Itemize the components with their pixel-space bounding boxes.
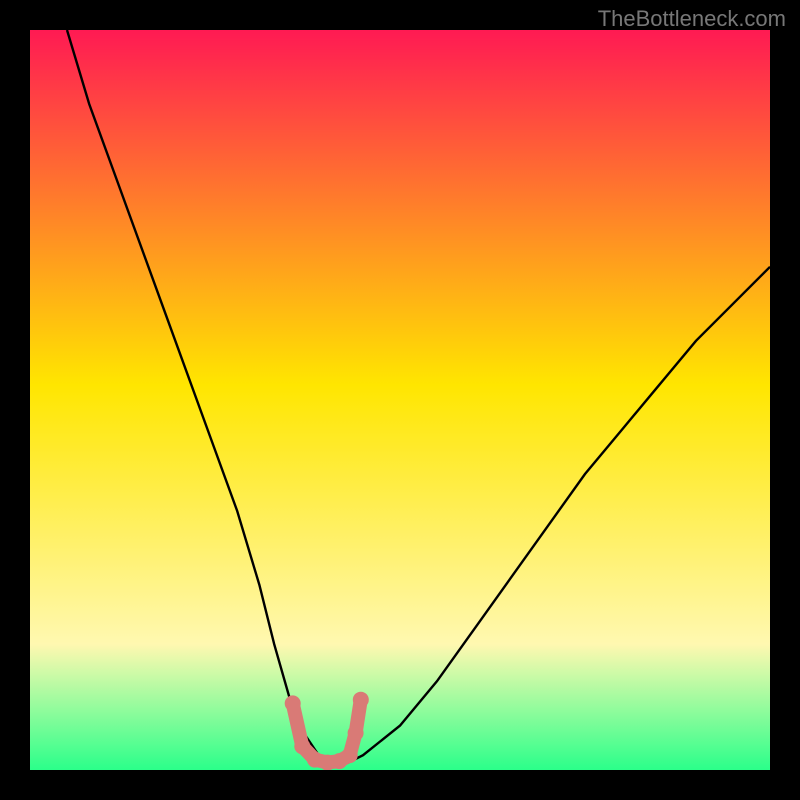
gradient-background [30,30,770,770]
watermark-text: TheBottleneck.com [598,6,786,32]
marker-dot [348,725,364,741]
marker-dot [342,747,358,763]
marker-dot [294,738,310,754]
marker-dot [353,692,369,708]
plot-area [30,30,770,770]
marker-dot [285,695,301,711]
chart-svg [30,30,770,770]
